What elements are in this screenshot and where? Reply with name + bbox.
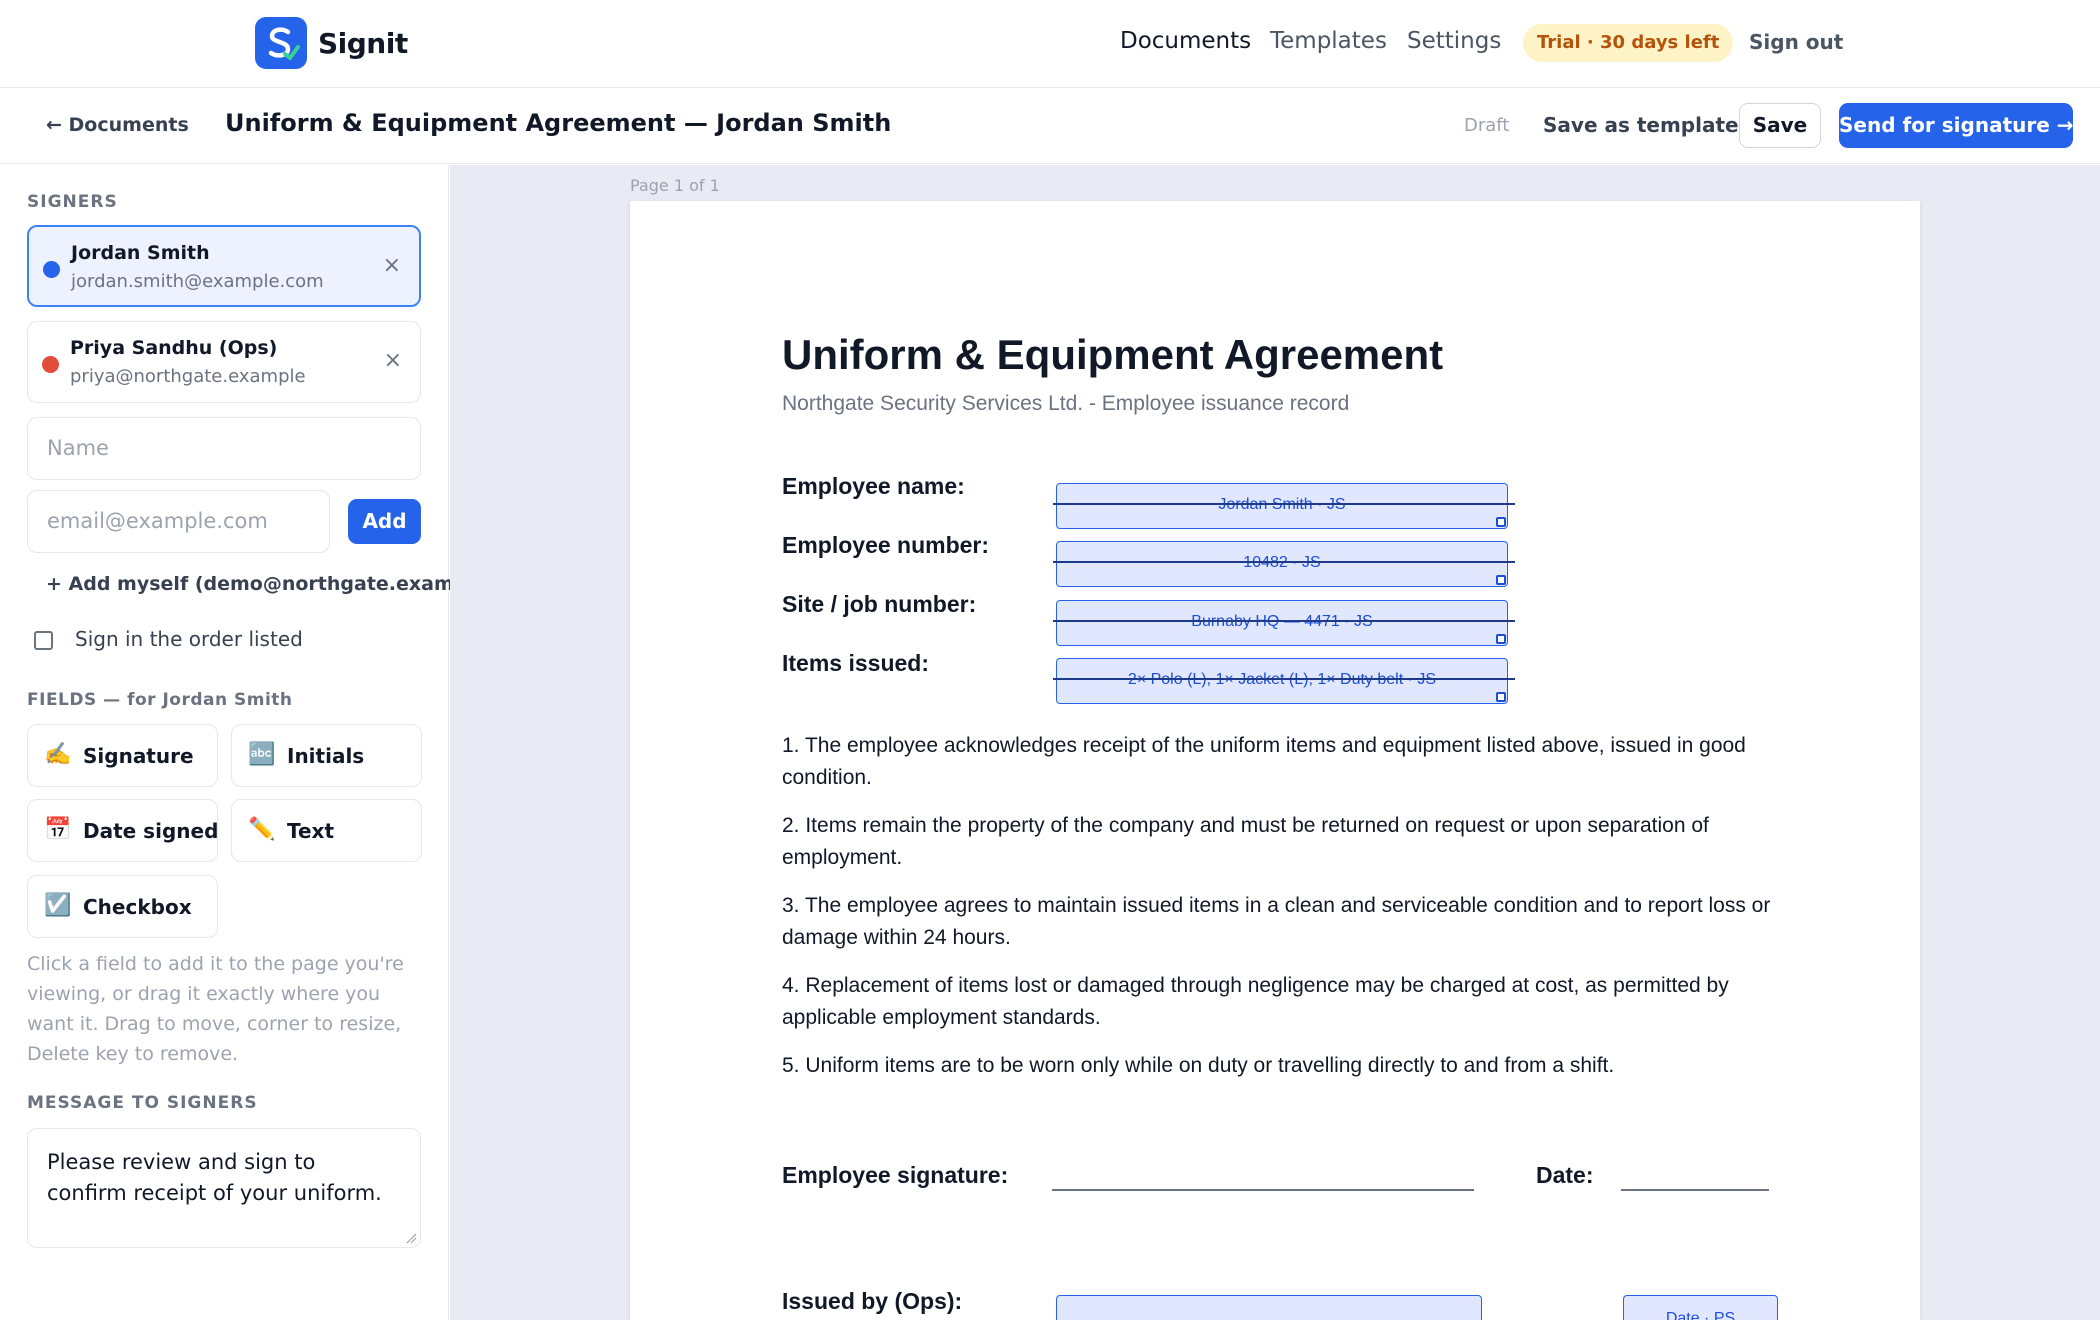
signer-name: Jordan Smith (71, 242, 210, 264)
add-myself-link[interactable]: + Add myself (demo@northgate.example) (46, 573, 495, 595)
writing-hand-icon: ✍️ (44, 742, 72, 767)
signit-logo-icon[interactable] (255, 17, 307, 69)
nav-documents[interactable]: Documents (1120, 28, 1251, 54)
save-as-template-button[interactable]: Save as template (1543, 113, 1739, 137)
employee-signature-line (1052, 1189, 1474, 1191)
signer-email-input[interactable]: email@example.com (27, 490, 330, 553)
field-initials-button[interactable]: 🔤 Initials (231, 724, 422, 787)
add-signer-button[interactable]: Add (348, 499, 421, 544)
ops-signature-field[interactable] (1056, 1295, 1482, 1320)
resize-handle-icon[interactable] (1496, 634, 1506, 644)
date-line (1621, 1189, 1769, 1191)
resize-handle-icon[interactable] (1496, 517, 1506, 527)
date-label: Date: (1536, 1162, 1594, 1188)
field-guide-line (1053, 620, 1515, 622)
back-to-documents-link[interactable]: ← Documents (46, 114, 189, 136)
field-guide-line (1053, 561, 1515, 563)
message-section-label: MESSAGE TO SIGNERS (27, 1093, 258, 1113)
field-signature-button[interactable]: ✍️ Signature (27, 724, 218, 787)
placed-text-field[interactable]: 10482 · JS (1053, 541, 1515, 587)
document-subheading: Northgate Security Services Ltd. - Emplo… (782, 392, 1350, 415)
document-toolbar: ← Documents Uniform & Equipment Agreemen… (0, 88, 2100, 164)
document-page[interactable]: Uniform & Equipment Agreement Northgate … (630, 201, 1920, 1320)
top-navigation: Signit Documents Templates Settings Tria… (0, 0, 2100, 88)
items-issued-label: Items issued: (782, 650, 929, 676)
brand-name[interactable]: Signit (318, 27, 408, 60)
field-date-signed-button[interactable]: 📅 Date signed (27, 799, 218, 862)
abc-icon: 🔤 (248, 742, 276, 767)
checkbox-icon: ☑️ (44, 893, 72, 918)
clause-paragraph: 1. The employee acknowledges receipt of … (782, 734, 1746, 789)
clause-paragraph: 2. Items remain the property of the comp… (782, 814, 1709, 869)
field-label: Date signed (83, 819, 219, 843)
calendar-icon: 📅 (44, 817, 72, 842)
signer-name: Priya Sandhu (Ops) (70, 337, 278, 359)
signer-color-dot (42, 356, 59, 373)
employee-signature-label: Employee signature: (782, 1162, 1009, 1188)
resize-grip-icon[interactable] (405, 1232, 417, 1244)
signer-name-input[interactable]: Name (27, 417, 421, 480)
placed-field-value: Burnaby HQ — 4471 · JS (1191, 613, 1373, 630)
sign-out-link[interactable]: Sign out (1749, 30, 1843, 54)
nav-settings[interactable]: Settings (1407, 28, 1501, 54)
field-checkbox-button[interactable]: ☑️ Checkbox (27, 875, 218, 938)
field-guide-line (1053, 678, 1515, 680)
sign-in-order-label: Sign in the order listed (75, 627, 303, 651)
remove-signer-icon[interactable]: × (384, 348, 402, 373)
save-button[interactable]: Save (1739, 103, 1821, 148)
remove-signer-icon[interactable]: × (383, 253, 401, 278)
field-text-button[interactable]: ✏️ Text (231, 799, 422, 862)
message-to-signers-textarea[interactable]: Please review and sign to confirm receip… (27, 1128, 421, 1248)
document-title: Uniform & Equipment Agreement — Jordan S… (225, 109, 892, 137)
signer-email: priya@northgate.example (70, 366, 306, 387)
placed-field-value: Date · PS (1665, 1310, 1736, 1320)
field-label: Signature (83, 744, 194, 768)
resize-handle-icon[interactable] (1496, 575, 1506, 585)
field-label: Initials (287, 744, 365, 768)
placed-text-field[interactable]: 2× Polo (L), 1× Jacket (L), 1× Duty belt… (1053, 658, 1515, 704)
field-guide-line (1053, 503, 1515, 505)
signer-color-dot (43, 261, 60, 278)
field-label: Checkbox (83, 895, 192, 919)
nav-templates[interactable]: Templates (1270, 28, 1387, 54)
placed-field-value: Jordan Smith · JS (1218, 496, 1346, 513)
placed-field-value: 10482 · JS (1243, 554, 1321, 571)
pencil-icon: ✏️ (248, 817, 276, 842)
signer-card[interactable]: Jordan Smith jordan.smith@example.com × (27, 225, 421, 307)
fields-section-label: FIELDS — for Jordan Smith (27, 690, 293, 710)
field-label: Text (287, 819, 335, 843)
clause-paragraph: 5. Uniform items are to be worn only whi… (782, 1054, 1615, 1077)
employee-number-label: Employee number: (782, 532, 990, 558)
resize-handle-icon[interactable] (1496, 692, 1506, 702)
document-heading: Uniform & Equipment Agreement (782, 331, 1444, 378)
issued-by-label: Issued by (Ops): (782, 1288, 963, 1314)
send-for-signature-button[interactable]: Send for signature → (1839, 103, 2074, 148)
clause-paragraph: 4. Replacement of items lost or damaged … (782, 974, 1729, 1029)
clause-paragraph: 3. The employee agrees to maintain issue… (782, 894, 1771, 949)
status-badge: Draft (1464, 115, 1510, 136)
editor-sidebar: SIGNERS Jordan Smith jordan.smith@exampl… (0, 165, 495, 1320)
placed-text-field[interactable]: Burnaby HQ — 4471 · JS (1053, 600, 1515, 646)
page-indicator: Page 1 of 1 (630, 176, 720, 195)
fields-help-text: Click a field to add it to the page you'… (27, 953, 404, 1065)
message-text: Please review and sign to confirm receip… (47, 1150, 382, 1205)
sign-in-order-checkbox[interactable] (34, 631, 53, 650)
placed-field-value: 2× Polo (L), 1× Jacket (L), 1× Duty belt… (1127, 671, 1437, 688)
signer-card[interactable]: Priya Sandhu (Ops) priya@northgate.examp… (27, 321, 421, 403)
employee-name-label: Employee name: (782, 473, 965, 499)
trial-badge[interactable]: Trial · 30 days left (1523, 24, 1734, 62)
signer-email: jordan.smith@example.com (71, 271, 324, 292)
site-job-number-label: Site / job number: (782, 591, 977, 617)
placed-text-field[interactable]: Jordan Smith · JS (1053, 483, 1515, 529)
ops-date-field[interactable]: Date · PS (1623, 1295, 1778, 1320)
signers-section-label: SIGNERS (27, 192, 118, 212)
